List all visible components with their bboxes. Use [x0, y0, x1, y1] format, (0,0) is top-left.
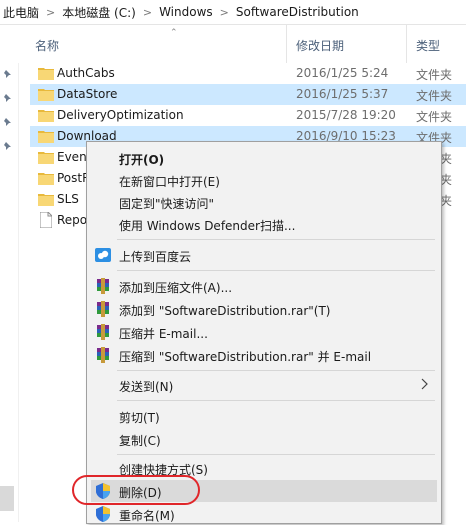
breadcrumb-separator[interactable]: > [217, 6, 232, 19]
breadcrumb-software-distribution[interactable]: SoftwareDistribution [232, 5, 363, 19]
menu-separator [117, 370, 435, 371]
menu-item-create-shortcut[interactable]: 创建快捷方式(S) [91, 457, 437, 479]
menu-item-label: 重命名(M) [119, 509, 175, 523]
file-type: 文件夹 [416, 110, 453, 124]
folder-icon [38, 131, 54, 143]
pin-icon[interactable] [3, 69, 13, 79]
breadcrumb-separator[interactable]: > [43, 6, 58, 19]
file-name: DeliveryOptimization [57, 108, 184, 122]
winrar-icon [97, 347, 109, 363]
pin-icon[interactable] [3, 93, 13, 103]
menu-item-label: 发送到(N) [119, 380, 174, 394]
uac-shield-icon [96, 483, 110, 499]
menu-item-label: 删除(D) [119, 486, 162, 500]
baidu-cloud-icon [95, 248, 111, 262]
file-name: DataStore [57, 87, 118, 101]
menu-separator [117, 400, 435, 401]
file-name: SLS [57, 192, 79, 206]
file-date: 2016/1/25 5:37 [296, 87, 389, 101]
column-divider[interactable] [406, 25, 407, 63]
winrar-icon [97, 324, 109, 340]
menu-item-label: 在新窗口中打开(E) [119, 175, 220, 189]
menu-item-label: 复制(C) [119, 434, 161, 448]
file-date: 2015/7/28 19:20 [296, 108, 396, 122]
nav-item-selected[interactable] [0, 486, 14, 511]
column-header-type[interactable]: 类型 [416, 37, 440, 54]
menu-item-label: 添加到压缩文件(A)... [119, 281, 233, 295]
menu-item-label: 添加到 "SoftwareDistribution.rar"(T) [119, 304, 331, 318]
document-icon [40, 212, 52, 228]
navigation-pane [0, 25, 19, 522]
sort-ascending-icon: ⌃ [170, 28, 178, 38]
menu-item-compress-email[interactable]: 压缩并 E-mail... [91, 321, 437, 343]
folder-icon [38, 194, 54, 206]
menu-item-label: 打开(O) [119, 153, 165, 167]
menu-item-label: 创建快捷方式(S) [119, 463, 208, 477]
menu-separator [117, 270, 435, 271]
menu-item-open[interactable]: 打开(O) [91, 147, 437, 169]
menu-item-upload-baidu[interactable]: 上传到百度云 [91, 244, 437, 266]
menu-item-label: 压缩到 "SoftwareDistribution.rar" 并 E-mail [119, 350, 372, 364]
folder-icon [38, 152, 54, 164]
file-type: 文件夹 [416, 89, 453, 103]
folder-icon [38, 68, 54, 80]
breadcrumb-local-disk[interactable]: 本地磁盘 (C:) [58, 4, 140, 21]
folder-icon [38, 110, 54, 122]
column-header: ⌃ 名称 修改日期 类型 [18, 25, 466, 63]
context-menu: 打开(O) 在新窗口中打开(E) 固定到"快速访问" 使用 Windows De… [86, 141, 442, 524]
uac-shield-icon [96, 506, 110, 522]
menu-item-label: 剪切(T) [119, 411, 160, 425]
breadcrumb-this-pc[interactable]: 此电脑 [0, 4, 43, 21]
file-date: 2016/1/25 5:24 [296, 66, 389, 80]
file-name: AuthCabs [57, 66, 115, 80]
menu-separator [117, 454, 435, 455]
menu-item-label: 上传到百度云 [119, 250, 192, 264]
column-header-name[interactable]: 名称 [35, 37, 59, 54]
menu-item-add-to-rar[interactable]: 添加到 "SoftwareDistribution.rar"(T) [91, 298, 437, 320]
menu-item-label: 使用 Windows Defender扫描... [119, 219, 296, 233]
menu-item-defender-scan[interactable]: 使用 Windows Defender扫描... [91, 213, 437, 235]
pin-icon[interactable] [3, 141, 13, 151]
folder-icon [38, 173, 54, 185]
menu-item-label: 压缩并 E-mail... [119, 327, 208, 341]
winrar-icon [97, 278, 109, 294]
file-type: 文件夹 [416, 68, 453, 82]
pin-icon[interactable] [3, 117, 13, 127]
chevron-right-icon [421, 378, 428, 390]
menu-item-pin-quick-access[interactable]: 固定到"快速访问" [91, 191, 437, 213]
menu-item-delete[interactable]: 删除(D) [91, 480, 437, 502]
folder-icon [38, 89, 54, 101]
menu-item-copy[interactable]: 复制(C) [91, 428, 437, 450]
menu-item-send-to[interactable]: 发送到(N) [91, 374, 437, 396]
file-row-authcabs[interactable]: AuthCabs 2016/1/25 5:24 文件夹 [30, 63, 466, 84]
menu-item-cut[interactable]: 剪切(T) [91, 405, 437, 427]
menu-item-label: 固定到"快速访问" [119, 197, 215, 211]
file-name: Repo [57, 213, 88, 227]
menu-item-compress-rar-email[interactable]: 压缩到 "SoftwareDistribution.rar" 并 E-mail [91, 344, 437, 366]
column-divider[interactable] [286, 25, 287, 63]
menu-separator [117, 239, 435, 240]
breadcrumb-separator[interactable]: > [140, 6, 155, 19]
file-row-datastore[interactable]: DataStore 2016/1/25 5:37 文件夹 [30, 84, 466, 105]
column-header-date[interactable]: 修改日期 [296, 37, 344, 54]
menu-item-add-archive[interactable]: 添加到压缩文件(A)... [91, 275, 437, 297]
file-row-deliveryoptimization[interactable]: DeliveryOptimization 2015/7/28 19:20 文件夹 [30, 105, 466, 126]
breadcrumb-windows[interactable]: Windows [155, 5, 217, 19]
winrar-icon [97, 301, 109, 317]
menu-item-open-new-window[interactable]: 在新窗口中打开(E) [91, 169, 437, 191]
breadcrumb: 此电脑 > 本地磁盘 (C:) > Windows > SoftwareDist… [0, 0, 466, 25]
